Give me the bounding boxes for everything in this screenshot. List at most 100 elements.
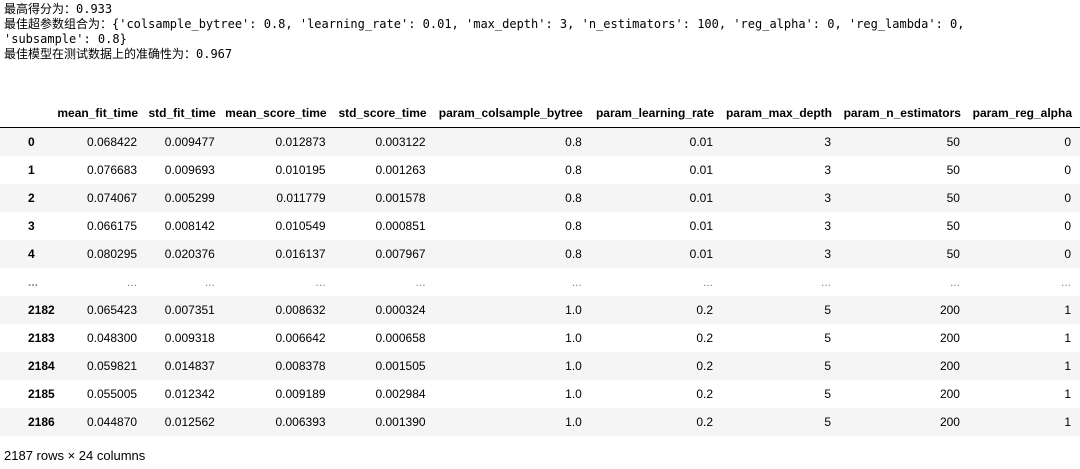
table-cell: 0.044870	[86, 415, 138, 429]
table-cell: 0.011779	[276, 191, 326, 205]
table-cell: 3	[824, 191, 832, 205]
table-cell: 1.0	[565, 359, 582, 373]
table-cell: 0.012562	[164, 415, 215, 429]
table-cell: 0.006642	[275, 331, 326, 345]
table-cell: 0.001505	[375, 359, 426, 373]
dataframe-container: mean_fit_time std_fit_time mean_score_time…	[0, 99, 1080, 436]
table-row: 2183 0.048300 0.009318 0.006642 0.000658 1.0 0…	[0, 324, 1080, 352]
table-cell: 1.0	[565, 303, 582, 317]
table-cell: 0.010549	[275, 219, 326, 233]
table-row: 0 0.068422 0.009477 0.012873 0.003122 0.8 0.01…	[0, 127, 1080, 156]
column-header: param_n_estimators	[840, 99, 969, 128]
table-cell: 0.008632	[275, 303, 326, 317]
table-cell: 0.008142	[164, 219, 215, 233]
table-cell: 0.001390	[375, 415, 426, 429]
table-cell: 0.016137	[275, 247, 326, 261]
table-cell: 0.01	[689, 191, 714, 205]
cell-output: 最高得分为：0.933 最佳超参数组合为：{'colsample_bytree'…	[4, 2, 1080, 62]
column-header: mean_fit_time	[54, 99, 147, 128]
row-index: 2184	[28, 359, 55, 373]
table-cell: 50	[946, 219, 960, 233]
table-cell: 0.010195	[275, 163, 326, 177]
table-cell: 0.008378	[275, 359, 326, 373]
table-cell: 5	[824, 331, 832, 345]
stdout-line-test-accuracy: 最佳模型在测试数据上的准确性为：0.967	[4, 47, 233, 61]
table-cell: 0.055005	[86, 387, 138, 401]
table-row: 3 0.066175 0.008142 0.010549 0.000851 0.8 0.01…	[0, 212, 1080, 240]
table-cell: 200	[939, 359, 960, 373]
table-cell: 1	[1064, 359, 1071, 373]
table-row: ..............................	[0, 268, 1080, 296]
table-cell: ...	[571, 275, 582, 289]
table-row: 4 0.080295 0.020376 0.016137 0.007967 0.8 0.01…	[0, 240, 1080, 268]
column-header: std_score_time	[334, 99, 435, 128]
table-body: 0 0.068422 0.009477 0.012873 0.003122 0.8 0.01…	[0, 127, 1080, 436]
table-cell: 200	[939, 387, 960, 401]
table-cell: 200	[939, 415, 960, 429]
table-cell: 0.001263	[375, 163, 426, 177]
table-cell: 0	[1064, 219, 1071, 233]
table-row: 2186 0.044870 0.012562 0.006393 0.001390 1.0 0…	[0, 408, 1080, 436]
table-cell: 1.0	[565, 331, 582, 345]
table-cell: ...	[415, 275, 426, 289]
stdout-line-best-params: 最佳超参数组合为：{'colsample_bytree': 0.8, 'lear…	[4, 17, 965, 31]
column-header: param_reg_alpha	[968, 99, 1080, 128]
table-cell: 3	[824, 163, 832, 177]
table-cell: 0	[1064, 247, 1071, 261]
table-cell: ...	[127, 275, 138, 289]
dataframe-table: mean_fit_time std_fit_time mean_score_time…	[0, 99, 1080, 436]
column-header: param_learning_rate	[590, 99, 723, 128]
table-cell: 5	[824, 415, 832, 429]
table-cell: 0	[1064, 135, 1071, 149]
table-cell: ...	[315, 275, 326, 289]
row-index: 2185	[28, 387, 55, 401]
table-cell: 0.000658	[375, 331, 426, 345]
table-cell: ...	[204, 275, 215, 289]
row-index: 1	[28, 163, 35, 177]
column-header: param_colsample_bytree	[434, 99, 591, 128]
table-cell: 0.002984	[375, 387, 426, 401]
table-cell: 0.020376	[164, 247, 215, 261]
row-index: 2	[28, 191, 35, 205]
table-cell: 0.005299	[164, 191, 215, 205]
table-cell: 0.007351	[164, 303, 215, 317]
dataframe-shape: 2187 rows × 24 columns	[4, 448, 146, 463]
table-cell: 0.009693	[164, 163, 215, 177]
table-cell: 1	[1064, 387, 1071, 401]
table-cell: 0.074067	[86, 191, 138, 205]
table-cell: 0.8	[565, 219, 582, 233]
table-cell: 1.0	[565, 387, 582, 401]
table-cell: 0	[1064, 191, 1071, 205]
table-cell: ...	[949, 275, 960, 289]
table-cell: 1.0	[565, 415, 582, 429]
table-cell: 5	[824, 359, 832, 373]
table-row: 2185 0.055005 0.012342 0.009189 0.002984 1.0 0…	[0, 380, 1080, 408]
table-cell: 0.2	[696, 303, 714, 317]
table-cell: 0.009318	[164, 331, 215, 345]
table-cell: 200	[939, 303, 960, 317]
table-cell: 50	[946, 247, 960, 261]
table-cell: 3	[824, 219, 832, 233]
column-header: std_fit_time	[146, 99, 224, 128]
table-cell: 0.000324	[375, 303, 426, 317]
table-cell: 0.009189	[275, 387, 326, 401]
table-cell: 0.000851	[375, 219, 426, 233]
table-cell: 50	[946, 163, 960, 177]
table-cell: 0.001578	[375, 191, 426, 205]
table-cell: 1	[1064, 303, 1071, 317]
table-cell: 0.003122	[375, 135, 426, 149]
column-header: param_max_depth	[722, 99, 841, 128]
table-cell: 0.080295	[86, 247, 138, 261]
table-cell: 0.8	[565, 163, 582, 177]
table-cell: 0.059821	[86, 359, 138, 373]
table-cell: 5	[824, 303, 832, 317]
table-cell: ...	[1060, 275, 1071, 289]
table-cell: 200	[939, 331, 960, 345]
table-header-row: mean_fit_time std_fit_time mean_score_time…	[0, 99, 1080, 128]
table-cell: 0.006393	[275, 415, 326, 429]
stdout-line-best-params-cont: 'subsample': 0.8}	[4, 32, 127, 46]
row-index: 0	[28, 135, 35, 149]
table-cell: 0.8	[565, 135, 582, 149]
table-cell: 0.066175	[86, 219, 138, 233]
table-cell: 0.048300	[86, 331, 138, 345]
